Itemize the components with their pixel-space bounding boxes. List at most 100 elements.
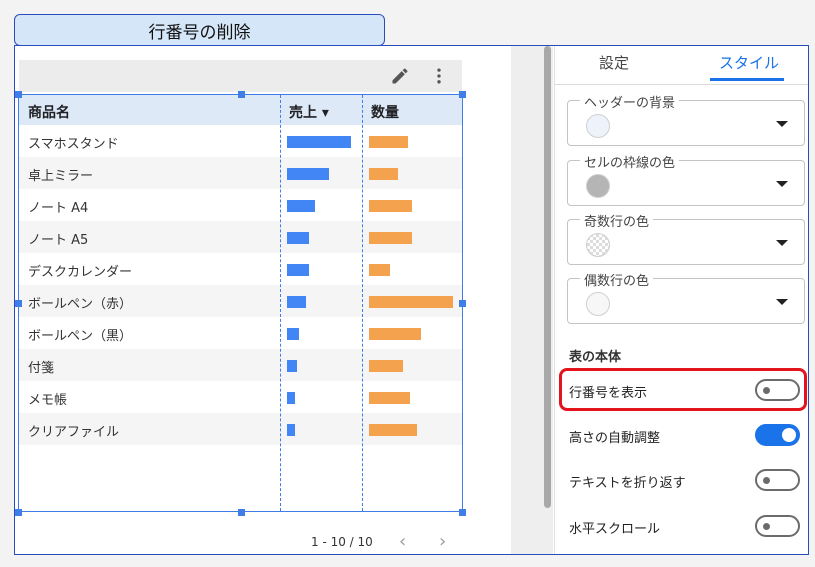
header-bg-label: ヘッダーの背景 bbox=[580, 92, 680, 111]
table-toolbar bbox=[19, 60, 462, 92]
even-row-color-picker[interactable]: 偶数行の色 bbox=[567, 270, 805, 324]
table-row[interactable]: デスクカレンダー bbox=[19, 253, 462, 285]
section-title-table-body: 表の本体 bbox=[569, 350, 622, 365]
sales-bar bbox=[287, 424, 295, 436]
odd-row-swatch bbox=[586, 233, 610, 257]
border-color-picker[interactable]: セルの枠線の色 bbox=[567, 152, 805, 206]
table-row[interactable]: クリアファイル bbox=[19, 413, 462, 445]
wrap-text-toggle[interactable] bbox=[755, 469, 800, 491]
highlight-box bbox=[559, 368, 807, 411]
header-quantity[interactable]: 数量 bbox=[371, 102, 399, 122]
product-name-cell: デスクカレンダー bbox=[28, 265, 133, 280]
table-row[interactable]: ノート A5 bbox=[19, 221, 462, 253]
product-name-cell: メモ帳 bbox=[28, 393, 68, 408]
option-label: 高さの自動調整 bbox=[569, 431, 661, 446]
product-name-cell: スマホスタンド bbox=[28, 137, 119, 152]
sales-bar bbox=[287, 200, 315, 212]
table-row[interactable]: ボールペン（黒） bbox=[19, 317, 462, 349]
table-row[interactable]: ボールペン（赤） bbox=[19, 285, 462, 317]
quantity-bar bbox=[369, 264, 390, 276]
header-sales[interactable]: 売上 ▾ bbox=[289, 102, 329, 122]
table-row[interactable]: メモ帳 bbox=[19, 381, 462, 413]
dropdown-caret-icon bbox=[776, 181, 788, 187]
dropdown-caret-icon bbox=[776, 240, 788, 246]
sales-bar bbox=[287, 392, 295, 404]
border-color-label: セルの枠線の色 bbox=[580, 152, 680, 171]
tab-style[interactable]: スタイル bbox=[719, 52, 779, 73]
header-bg-swatch bbox=[586, 114, 610, 138]
quantity-bar bbox=[369, 328, 421, 340]
sales-bar bbox=[287, 232, 309, 244]
quantity-bar bbox=[369, 136, 408, 148]
toggle-knob bbox=[782, 428, 796, 442]
pencil-icon[interactable] bbox=[390, 66, 410, 86]
prev-page-button[interactable]: ‹ bbox=[399, 531, 406, 552]
product-name-cell: 付箋 bbox=[28, 361, 55, 376]
column-divider bbox=[362, 95, 363, 511]
table-row[interactable]: 卓上ミラー bbox=[19, 157, 462, 189]
sales-bar bbox=[287, 360, 297, 372]
quantity-bar bbox=[369, 360, 403, 372]
sales-bar bbox=[287, 264, 309, 276]
product-name-cell: 卓上ミラー bbox=[28, 169, 94, 184]
table-header: 商品名 売上 ▾ 数量 bbox=[19, 95, 462, 125]
resize-handle[interactable] bbox=[459, 300, 466, 307]
table-row[interactable]: ノート A4 bbox=[19, 189, 462, 221]
quantity-bar bbox=[369, 232, 412, 244]
border-color-swatch bbox=[586, 174, 610, 198]
quantity-bar bbox=[369, 392, 410, 404]
resize-handle[interactable] bbox=[15, 509, 22, 516]
data-table[interactable]: 商品名 売上 ▾ 数量 スマホスタンド 卓上ミラーノート A4 ノート A5 デスクカ… bbox=[15, 91, 466, 552]
more-vert-icon[interactable] bbox=[429, 66, 449, 86]
product-name-cell: ボールペン（黒） bbox=[28, 329, 133, 344]
active-tab-indicator bbox=[710, 78, 784, 81]
tab-settings[interactable]: 設定 bbox=[599, 52, 629, 73]
table-row[interactable]: スマホスタンド bbox=[19, 125, 462, 157]
odd-row-label: 奇数行の色 bbox=[580, 211, 654, 230]
header-product-name[interactable]: 商品名 bbox=[28, 102, 70, 122]
canvas-scrollbar[interactable] bbox=[544, 46, 551, 508]
odd-row-color-picker[interactable]: 奇数行の色 bbox=[567, 211, 805, 265]
auto-height-toggle[interactable] bbox=[755, 424, 800, 446]
quantity-bar bbox=[369, 424, 417, 436]
product-name-cell: ノート A4 bbox=[28, 201, 89, 216]
toggle-knob bbox=[763, 477, 770, 484]
quantity-bar bbox=[369, 296, 453, 308]
even-row-swatch bbox=[586, 292, 610, 316]
title-tab: 行番号の削除 bbox=[14, 14, 385, 46]
column-divider bbox=[280, 95, 281, 511]
pager-text: 1 - 10 / 10 bbox=[311, 535, 373, 549]
product-name-cell: ノート A5 bbox=[28, 233, 89, 248]
option-auto-height: 高さの自動調整 bbox=[555, 421, 808, 451]
dropdown-caret-icon bbox=[776, 299, 788, 305]
style-panel: 設定 スタイル ヘッダーの背景 セルの枠線の色 奇数行の色 偶数行の色 表の本体… bbox=[554, 46, 808, 554]
resize-handle[interactable] bbox=[459, 91, 466, 98]
quantity-bar bbox=[369, 200, 412, 212]
option-wrap-text: テキストを折り返す bbox=[555, 466, 808, 496]
tab-divider bbox=[555, 84, 808, 85]
toggle-knob bbox=[763, 523, 770, 530]
editor-frame: 商品名 売上 ▾ 数量 スマホスタンド 卓上ミラーノート A4 ノート A5 デスクカ… bbox=[14, 45, 809, 555]
option-label: 水平スクロール bbox=[569, 522, 661, 537]
horizontal-scroll-toggle[interactable] bbox=[755, 515, 800, 537]
even-row-label: 偶数行の色 bbox=[580, 270, 654, 289]
next-page-button[interactable]: › bbox=[439, 531, 446, 552]
dropdown-caret-icon bbox=[776, 121, 788, 127]
option-horizontal-scroll: 水平スクロール bbox=[555, 512, 808, 542]
title-tab-label: 行番号の削除 bbox=[148, 22, 251, 43]
resize-handle[interactable] bbox=[238, 91, 245, 98]
product-name-cell: クリアファイル bbox=[28, 425, 120, 440]
resize-handle[interactable] bbox=[15, 91, 22, 98]
resize-handle[interactable] bbox=[238, 509, 245, 516]
sales-bar bbox=[287, 328, 299, 340]
quantity-bar bbox=[369, 168, 398, 180]
table-row[interactable]: 付箋 bbox=[19, 349, 462, 381]
sales-bar bbox=[287, 136, 351, 148]
product-name-cell: ボールペン（赤） bbox=[28, 297, 133, 312]
resize-handle[interactable] bbox=[459, 509, 466, 516]
resize-handle[interactable] bbox=[15, 300, 22, 307]
sales-bar bbox=[287, 296, 306, 308]
sales-bar bbox=[287, 168, 329, 180]
header-bg-color-picker[interactable]: ヘッダーの背景 bbox=[567, 92, 805, 146]
option-label: テキストを折り返す bbox=[569, 476, 686, 491]
